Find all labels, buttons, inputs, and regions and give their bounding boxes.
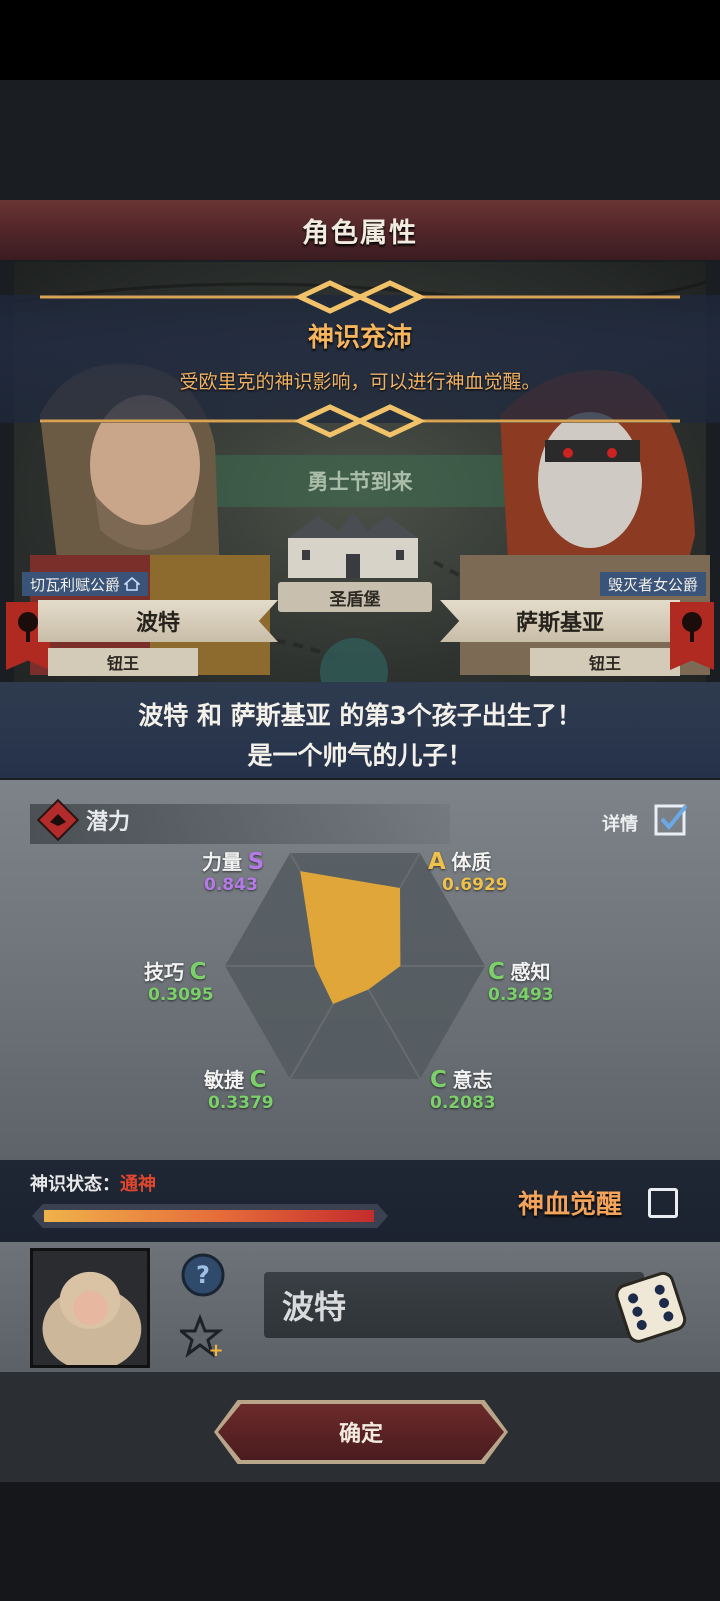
event-label: 勇士节到来 — [307, 470, 413, 494]
svg-text:?: ? — [196, 1261, 210, 1289]
mother-name-plate[interactable]: 萨斯基亚 — [440, 600, 680, 642]
child-row: ? + 波特 — [0, 1242, 720, 1372]
svg-text:+: + — [208, 1340, 223, 1360]
ornament-bottom-icon — [40, 404, 680, 438]
stat-name: 技巧 — [144, 960, 184, 984]
stat-value: 0.3379 — [208, 1093, 274, 1113]
stat-perception: C 感知 0.3493 — [488, 956, 554, 1005]
notification-desc: 受欧里克的神识影响，可以进行神血觉醒。 — [179, 371, 541, 393]
stat-value: 0.3095 — [148, 985, 214, 1005]
stat-constitution: A 体质 0.6929 — [428, 846, 508, 895]
stat-grade: C — [189, 959, 207, 985]
page-title: 角色属性 — [302, 217, 418, 249]
child-name-input[interactable]: 波特 — [264, 1272, 644, 1338]
notification-title: 神识充沛 — [307, 323, 412, 353]
dice-icon[interactable] — [612, 1268, 692, 1348]
divine-status-panel: 神识状态：通神 神血觉醒 — [0, 1160, 720, 1242]
favorite-star-icon[interactable]: + — [180, 1314, 226, 1360]
confirm-button[interactable]: 确定 — [218, 1404, 504, 1460]
house-icon — [124, 577, 141, 591]
stat-value: 0.2083 — [430, 1093, 496, 1113]
stat-name: 体质 — [451, 850, 492, 874]
potential-radar-chart — [225, 852, 485, 1080]
house-banner-right — [670, 602, 714, 670]
birth-message: 波特 和 萨斯基亚 的第3个孩子出生了！ 是一个帅气的儿子！ — [0, 682, 720, 778]
stat-name: 感知 — [510, 960, 551, 984]
mother-title-text: 毁灭者女公爵 — [607, 575, 698, 594]
mother-title: 毁灭者女公爵 — [599, 572, 706, 596]
stat-grade: C — [249, 1067, 267, 1093]
stat-value: 0.6929 — [442, 875, 508, 895]
tree-icon — [18, 612, 38, 642]
castle-icon — [288, 512, 418, 578]
stat-skill: 技巧 C 0.3095 — [144, 956, 214, 1005]
title-bar: 角色属性 — [0, 200, 720, 260]
bottom-area — [0, 1482, 720, 1601]
potential-panel: 潜力 详情 力量 S 0.843 A 体质 0.6929 C 感知 0.3493… — [0, 780, 720, 1160]
divine-status-label: 神识状态：通神 — [30, 1170, 156, 1196]
birth-line-2: 是一个帅气的儿子！ — [247, 741, 473, 770]
mother-rank: 钮王 — [530, 648, 680, 676]
divine-progress-bar — [44, 1210, 374, 1222]
stat-grade: C — [430, 1067, 447, 1093]
help-icon[interactable]: ? — [180, 1252, 226, 1298]
stat-grade: A — [428, 849, 446, 875]
awaken-label[interactable]: 神血觉醒 — [518, 1184, 622, 1221]
stat-value: 0.843 — [204, 875, 258, 895]
stat-name: 意志 — [452, 1068, 493, 1092]
father-name-plate[interactable]: 波特 — [38, 600, 278, 642]
stat-grade: S — [247, 849, 265, 875]
stat-strength: 力量 S 0.843 — [202, 846, 264, 895]
birth-line-1: 波特 和 萨斯基亚 的第3个孩子出生了！ — [138, 701, 582, 730]
divine-status-value: 通神 — [120, 1174, 156, 1195]
stat-grade: C — [488, 959, 505, 985]
father-title-text: 切瓦利赋公爵 — [30, 575, 121, 594]
status-bar-area — [0, 0, 720, 80]
notification-banner: 神识充沛 受欧里克的神识影响，可以进行神血觉醒。 — [0, 280, 720, 438]
tree-icon — [682, 612, 702, 642]
father-rank: 钮王 — [48, 648, 198, 676]
stat-will: C 意志 0.2083 — [430, 1064, 496, 1113]
baby-portrait[interactable] — [30, 1248, 150, 1368]
stat-value: 0.3493 — [488, 985, 554, 1005]
awaken-checkbox[interactable] — [648, 1188, 678, 1218]
divine-status-caption: 神识状态： — [30, 1174, 120, 1195]
ornament-top-icon — [40, 280, 680, 314]
stat-agility: 敏捷 C 0.3379 — [204, 1064, 274, 1113]
stat-name: 敏捷 — [204, 1068, 244, 1092]
father-title: 切瓦利赋公爵 — [22, 572, 149, 596]
castle-label: 圣盾堡 — [278, 582, 432, 612]
stat-name: 力量 — [202, 850, 242, 874]
